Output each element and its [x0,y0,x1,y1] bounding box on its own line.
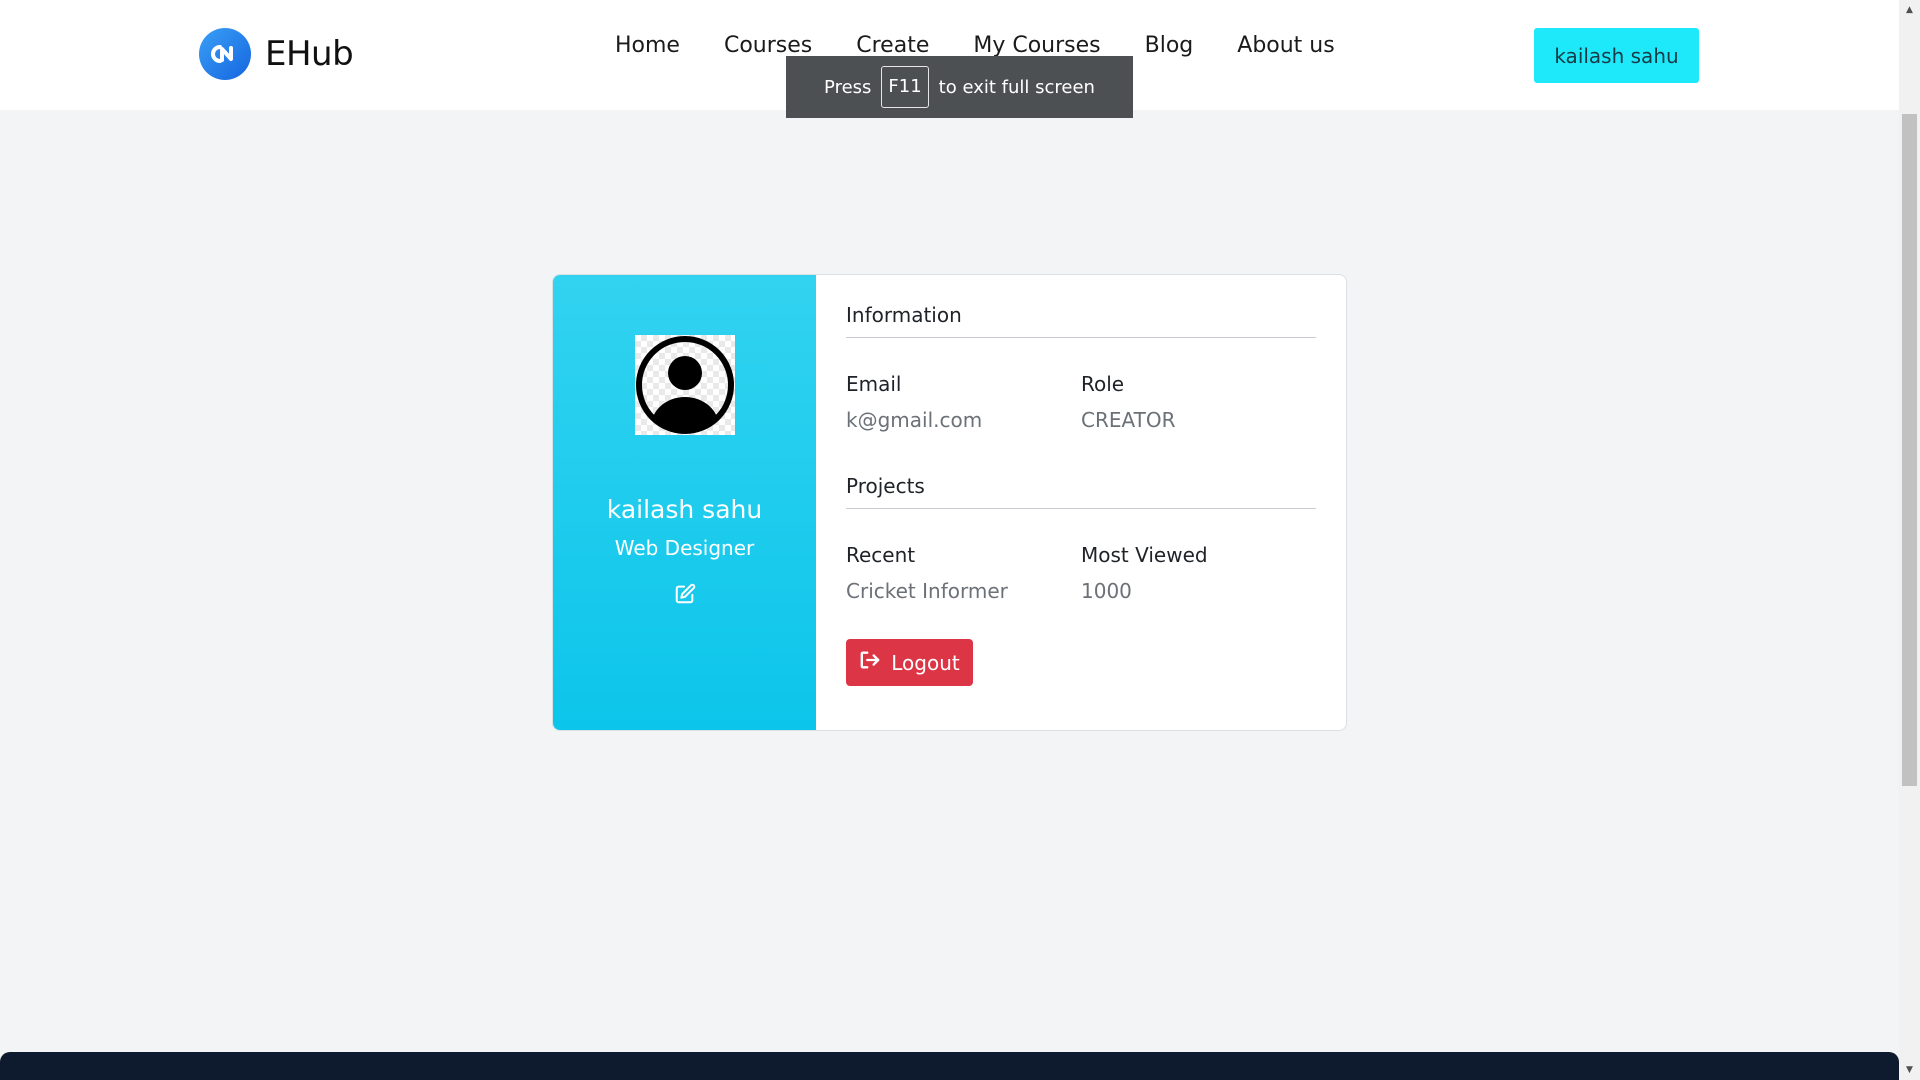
recent-value: Cricket Informer [846,579,1008,603]
user-avatar-icon [634,335,735,435]
recent-label: Recent [846,543,916,567]
most-viewed-value: 1000 [1081,579,1132,603]
recent-field: Recent Cricket Informer [846,543,1081,603]
toast-press-text: Press [824,76,872,98]
most-viewed-field: Most Viewed 1000 [1081,543,1316,603]
role-label: Role [1081,372,1125,396]
email-field: Email k@gmail.com [846,372,1081,432]
vertical-scrollbar[interactable]: ▲ ▼ [1899,0,1920,1080]
edit-icon[interactable] [673,582,697,606]
toast-suffix-text: to exit full screen [938,76,1095,98]
user-account-button[interactable]: kailash sahu [1534,28,1699,83]
projects-heading: Projects [846,474,1316,509]
logout-label: Logout [891,650,960,675]
profile-title: Web Designer [614,536,755,560]
toast-key: F11 [881,66,929,108]
information-row: Email k@gmail.com Role CREATOR [846,372,1316,432]
logout-icon [859,650,881,675]
role-field: Role CREATOR [1081,372,1316,432]
scroll-up-arrow-icon[interactable]: ▲ [1899,0,1920,20]
footer [0,1052,1899,1080]
email-value: k@gmail.com [846,408,983,432]
scrollbar-thumb[interactable] [1902,114,1917,786]
brand-name: EHub [265,34,354,74]
nav-blog[interactable]: Blog [1123,30,1216,62]
profile-details: Information Email k@gmail.com Role CREAT… [816,275,1346,730]
most-viewed-label: Most Viewed [1081,543,1208,567]
logout-button[interactable]: Logout [846,639,973,686]
scroll-down-arrow-icon[interactable]: ▼ [1899,1060,1920,1080]
profile-panel: kailash sahu Web Designer [553,275,816,730]
email-label: Email [846,372,902,396]
profile-card: kailash sahu Web Designer Information Em… [552,274,1347,731]
role-value: CREATOR [1081,408,1176,432]
profile-name: kailash sahu [606,495,763,524]
ehub-logo-icon [199,28,251,80]
brand-link[interactable]: EHub [199,28,354,80]
fullscreen-toast: Press F11 to exit full screen [786,56,1133,118]
projects-row: Recent Cricket Informer Most Viewed 1000 [846,543,1316,603]
nav-home[interactable]: Home [615,30,702,62]
nav-about-us[interactable]: About us [1215,30,1356,62]
page: EHub Home Courses Create My Courses Blog… [0,0,1920,1080]
information-heading: Information [846,303,1316,338]
